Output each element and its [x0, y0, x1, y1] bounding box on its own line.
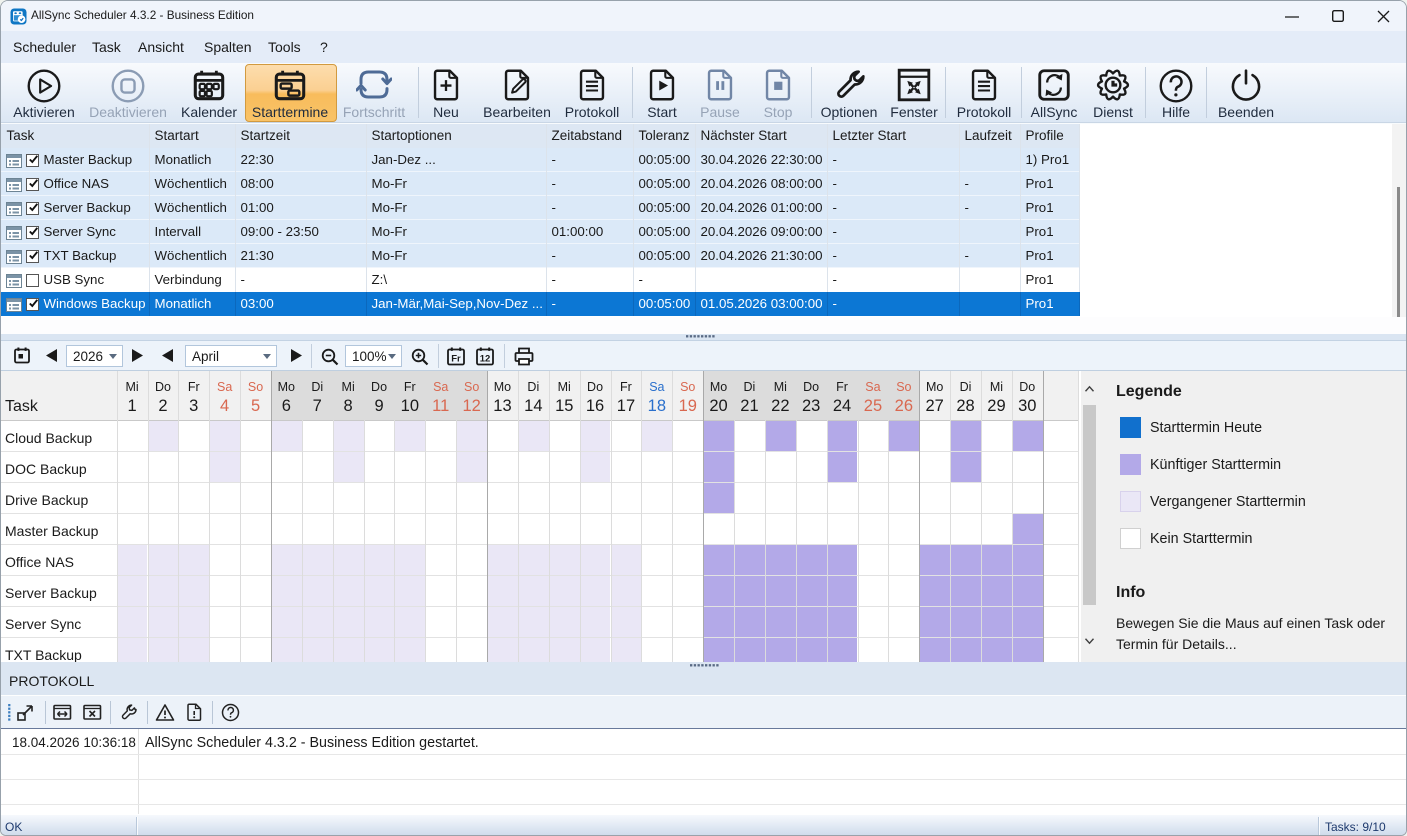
- svg-text:Fr: Fr: [451, 354, 461, 365]
- svg-text:12: 12: [480, 354, 491, 365]
